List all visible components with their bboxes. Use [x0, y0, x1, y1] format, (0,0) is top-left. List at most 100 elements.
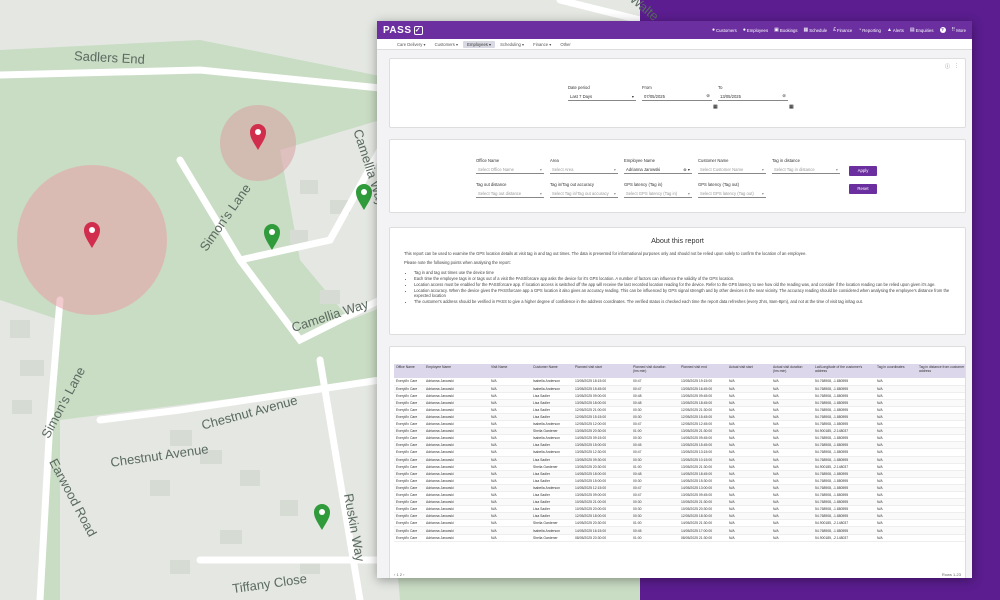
- tag-accuracy-select[interactable]: Select Tag in/Tag out accuracy ▾: [550, 189, 618, 198]
- clear-icon[interactable]: ⊗: [706, 93, 710, 99]
- column-header[interactable]: Tag in coordinates: [875, 364, 917, 378]
- subnav-employees[interactable]: Employees ▾: [463, 40, 496, 48]
- nav-more[interactable]: ⠿ More: [952, 27, 966, 33]
- reset-button[interactable]: Reset: [849, 184, 877, 194]
- clear-icon[interactable]: ⊗: [782, 93, 786, 99]
- table-cell: [917, 448, 965, 457]
- nav-bookings[interactable]: ▣ Bookings: [774, 27, 797, 33]
- column-header[interactable]: Lat/Longitude of the customer's address: [813, 364, 875, 378]
- table-cell: 54.768908, -1.880595: [813, 399, 875, 407]
- employee-name-select[interactable]: Adrianna Jarowski ⊗ ▾: [624, 165, 692, 174]
- to-date-input[interactable]: 13/05/2025 ⊗: [718, 92, 788, 101]
- table-cell: N/A: [875, 477, 917, 485]
- table-row[interactable]: Everyl/Ix Care Adrianna Jarowski N/A Isabel…: [394, 420, 965, 429]
- table-row[interactable]: Everyl/Ix Care Adrianna Jarowski N/A Sheila…: [394, 519, 965, 528]
- help-icon[interactable]: ?: [939, 27, 946, 33]
- subnav-finance[interactable]: Finance ▾: [529, 41, 555, 48]
- table-row[interactable]: Everyl/Ix Care Adrianna Jarowski N/A Isabel…: [394, 434, 965, 443]
- column-header[interactable]: Planned visit duration (hrs:min): [631, 364, 679, 378]
- table-cell: N/A: [875, 392, 917, 400]
- tag-in-distance-select[interactable]: Select Tag in distance ▾: [772, 165, 840, 174]
- nav-employees[interactable]: ● Employees: [743, 27, 768, 33]
- apply-button[interactable]: Apply: [849, 166, 877, 176]
- table-row[interactable]: Everyl/Ix Care Adrianna Jarowski N/A Sheila…: [394, 463, 965, 471]
- table-cell: N/A: [875, 498, 917, 507]
- column-header[interactable]: Employee Name: [424, 364, 489, 378]
- pager[interactable]: ‹ 1 2 ›: [394, 572, 404, 577]
- table-row[interactable]: Everyl/Ix Care Adrianna Jarowski N/A Lisa S…: [394, 512, 965, 521]
- table-cell: 14/05/2025 12:15:00: [573, 484, 631, 493]
- table-row[interactable]: Everyl/Ix Care Adrianna Jarowski N/A Isabel…: [394, 385, 965, 393]
- table-row[interactable]: Everyl/Ix Care Adrianna Jarowski N/A Lisa S…: [394, 392, 965, 400]
- gps-latency-in-select[interactable]: Select GPS latency (Tag in) ▾: [624, 189, 692, 198]
- table-cell: Everyl/Ix Care: [394, 378, 424, 386]
- from-date-input[interactable]: 07/05/2025 ⊗: [642, 92, 712, 101]
- nav-enquiries[interactable]: ▤ Enquiries: [910, 27, 934, 33]
- office-name-select[interactable]: Select Office Name ▾: [476, 165, 544, 174]
- table-cell: N/A: [771, 484, 813, 493]
- nav-reporting[interactable]: ◔ Reporting: [858, 27, 881, 33]
- column-header[interactable]: Planned visit start: [573, 364, 631, 378]
- column-header[interactable]: Actual visit duration (hrs:min): [771, 364, 813, 378]
- table-row[interactable]: Everyl/Ix Care Adrianna Jarowski N/A Lisa S…: [394, 399, 965, 407]
- to-calendar-icon[interactable]: ▦: [789, 95, 794, 113]
- column-header[interactable]: Customer Name: [531, 364, 573, 378]
- table-cell: N/A: [771, 448, 813, 457]
- table-cell: N/A: [489, 378, 531, 386]
- subnav-scheduling[interactable]: Scheduling ▾: [496, 41, 528, 48]
- info-icon[interactable]: ⓘ: [945, 63, 950, 70]
- table-row[interactable]: Everyl/Ix Care Adrianna Jarowski N/A Lisa S…: [394, 441, 965, 450]
- table-cell: 08/05/2025 20:30:00: [573, 534, 631, 542]
- check-icon: ✓: [413, 25, 423, 35]
- table-cell: Everyl/Ix Care: [394, 434, 424, 443]
- nav-finance[interactable]: £ Finance: [833, 27, 852, 33]
- table-cell: N/A: [489, 534, 531, 542]
- table-row[interactable]: Everyl/Ix Care Adrianna Jarowski N/A Sheila…: [394, 534, 965, 542]
- table-row[interactable]: Everyl/Ix Care Adrianna Jarowski N/A Isabel…: [394, 448, 965, 457]
- date-period-select[interactable]: Last 7 Days ▾: [568, 92, 636, 101]
- table-row[interactable]: Everyl/Ix Care Adrianna Jarowski N/A Lisa S…: [394, 406, 965, 414]
- table-row[interactable]: Everyl/Ix Care Adrianna Jarowski N/A Sheila…: [394, 427, 965, 436]
- nav-label: Enquiries: [915, 27, 934, 33]
- more-vertical-icon[interactable]: ⋮: [954, 63, 959, 70]
- finance-icon: £: [833, 27, 836, 33]
- table-row[interactable]: Everyl/Ix Care Adrianna Jarowski N/A Lisa S…: [394, 456, 965, 464]
- table-cell: N/A: [771, 427, 813, 436]
- gps-latency-out-select[interactable]: Select GPS latency (Tag out) ▾: [698, 189, 766, 198]
- table-row[interactable]: Everyl/Ix Care Adrianna Jarowski N/A Lisa S…: [394, 413, 965, 422]
- tag-accuracy-field: Tag in/Tag out accuracy Select Tag in/Ta…: [550, 182, 618, 198]
- table-cell: Adrianna Jarowski: [424, 484, 489, 493]
- subnav-other[interactable]: Other: [556, 41, 574, 48]
- column-header[interactable]: Planned visit end: [679, 364, 727, 378]
- column-header[interactable]: Tag in distance from customer address: [917, 364, 965, 378]
- table-cell: 54.768908, -1.880595: [813, 441, 875, 450]
- subnav-care-delivery[interactable]: Care Delivery ▾: [393, 41, 430, 48]
- table-row[interactable]: Everyl/Ix Care Adrianna Jarowski N/A Lisa S…: [394, 491, 965, 500]
- table-cell: N/A: [771, 505, 813, 514]
- column-header[interactable]: Visit Name: [489, 364, 531, 378]
- table-row[interactable]: Everyl/Ix Care Adrianna Jarowski N/A Isabel…: [394, 378, 965, 386]
- table-row[interactable]: Everyl/Ix Care Adrianna Jarowski N/A Lisa S…: [394, 498, 965, 507]
- sub-nav: Care Delivery ▾ Customers ▾ Employees ▾ …: [377, 39, 972, 50]
- field-label: To: [718, 85, 723, 90]
- table-cell: Everyl/Ix Care: [394, 406, 424, 414]
- column-header[interactable]: Actual visit start: [727, 364, 771, 378]
- area-select[interactable]: Select Area ▾: [550, 165, 618, 174]
- table-row[interactable]: Everyl/Ix Care Adrianna Jarowski N/A Lisa S…: [394, 505, 965, 514]
- table-row[interactable]: Everyl/Ix Care Adrianna Jarowski N/A Lisa S…: [394, 477, 965, 485]
- table-cell: N/A: [489, 484, 531, 493]
- table-row[interactable]: Everyl/Ix Care Adrianna Jarowski N/A Isabel…: [394, 526, 965, 535]
- clear-icon[interactable]: ⊗ ▾: [683, 167, 690, 172]
- field-placeholder: Select GPS latency (Tag out): [700, 190, 754, 196]
- pass-logo[interactable]: PASS ✓: [383, 25, 423, 36]
- column-header[interactable]: Office Name: [394, 364, 424, 378]
- tag-out-distance-select[interactable]: Select Tag out distance ▾: [476, 189, 544, 198]
- nav-schedule[interactable]: ▦ Schedule: [804, 27, 828, 33]
- table-cell: Adrianna Jarowski: [424, 385, 489, 393]
- table-row[interactable]: Everyl/Ix Care Adrianna Jarowski N/A Lisa S…: [394, 470, 965, 478]
- customer-name-select[interactable]: Select Customer Name ▾: [698, 165, 766, 174]
- table-row[interactable]: Everyl/Ix Care Adrianna Jarowski N/A Isabel…: [394, 484, 965, 493]
- nav-alerts[interactable]: ▲ Alerts: [887, 27, 904, 33]
- subnav-customers[interactable]: Customers ▾: [431, 41, 463, 48]
- nav-customers[interactable]: ● Customers: [712, 27, 737, 33]
